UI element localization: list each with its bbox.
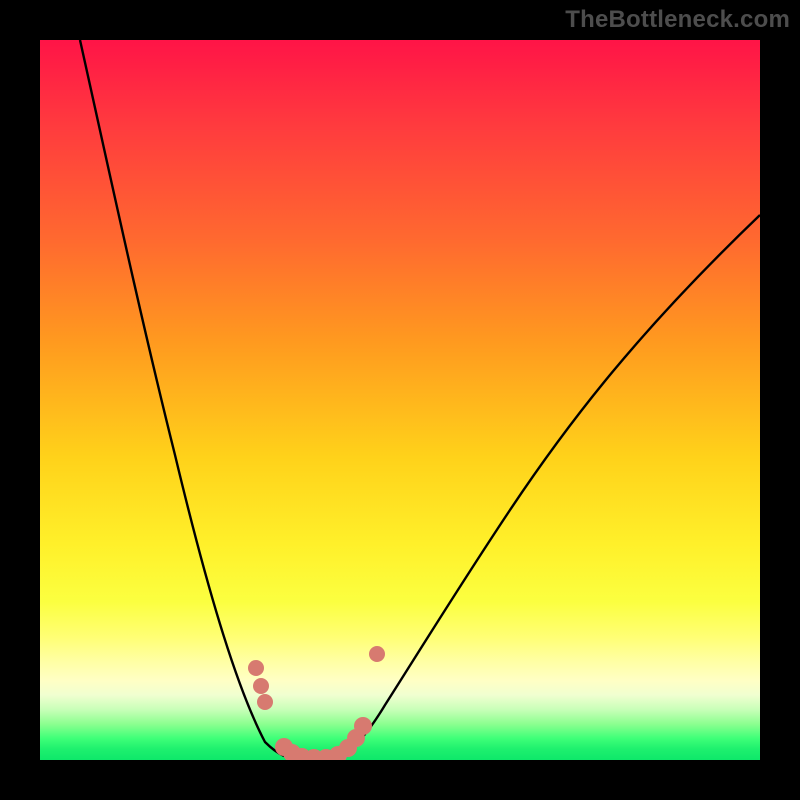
watermark-text: TheBottleneck.com xyxy=(565,6,790,34)
curve-marker xyxy=(248,660,264,676)
plot-area xyxy=(40,40,760,760)
curve-marker xyxy=(354,717,372,735)
curve-marker xyxy=(253,678,269,694)
curve-marker xyxy=(257,694,273,710)
bottleneck-curve xyxy=(40,40,760,760)
curve-markers xyxy=(248,646,385,760)
chart-frame: TheBottleneck.com xyxy=(0,0,800,800)
curve-marker xyxy=(369,646,385,662)
curve-left-arm xyxy=(80,40,300,759)
curve-right-arm xyxy=(330,215,760,759)
